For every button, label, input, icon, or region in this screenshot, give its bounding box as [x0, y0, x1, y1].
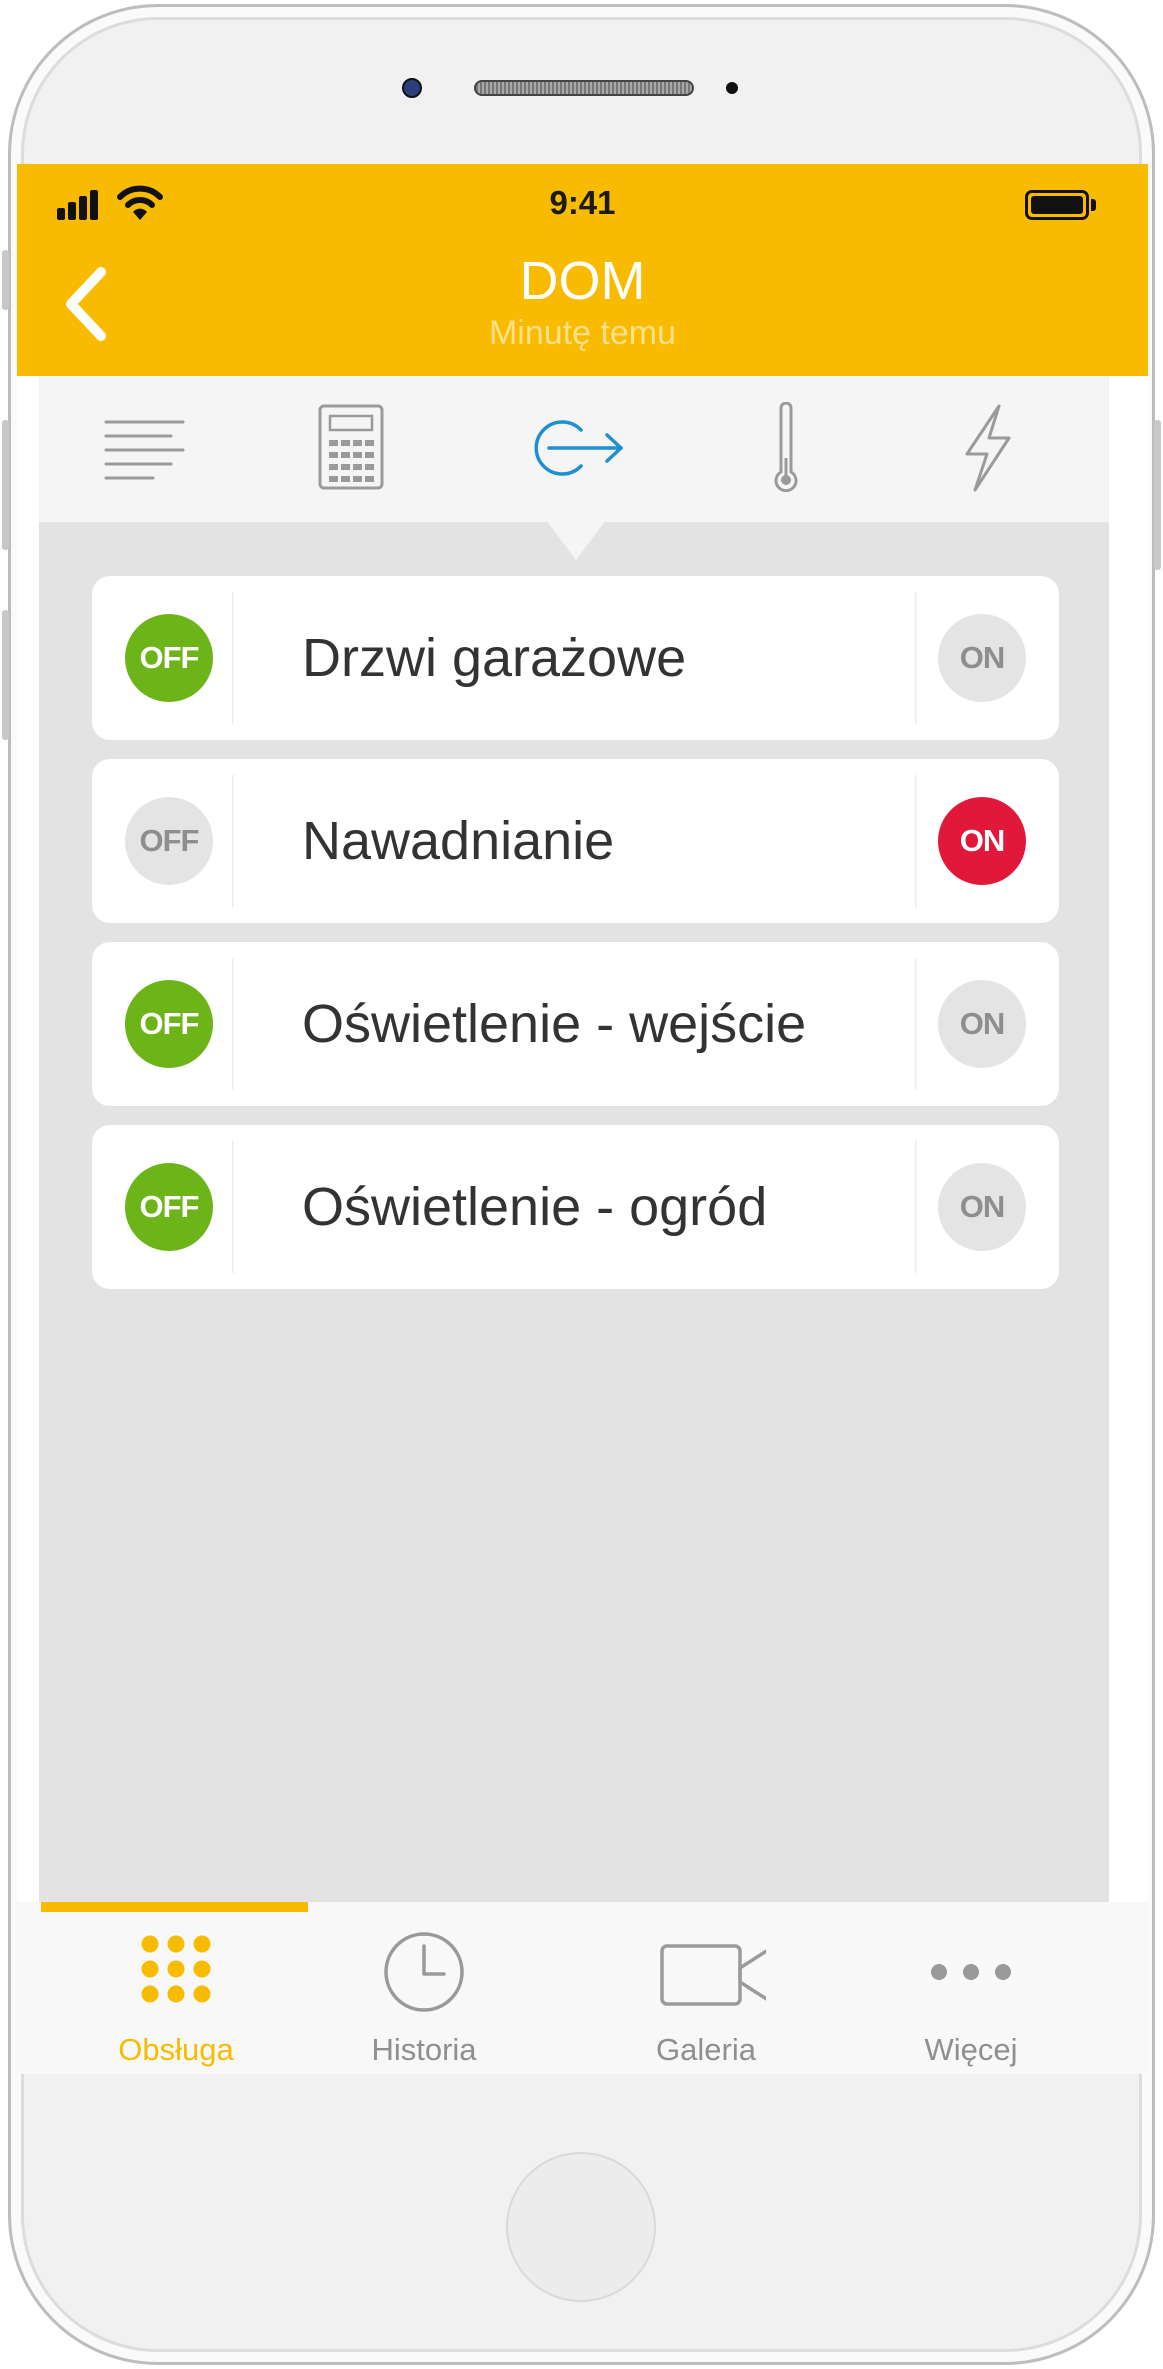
- tab-list[interactable]: [103, 402, 203, 494]
- nav-label: Galeria: [656, 2032, 756, 2067]
- bottom-nav: Obsługa Historia Galeria Więcej: [17, 1902, 1148, 2074]
- keypad-icon: [318, 404, 384, 490]
- off-button[interactable]: OFF: [125, 614, 213, 702]
- proximity-sensor: [726, 82, 738, 94]
- divider: [915, 958, 917, 1090]
- tab-keypad[interactable]: [310, 402, 410, 494]
- output-label: Oświetlenie - wejście: [302, 994, 807, 1054]
- category-tabbar: [39, 376, 1109, 522]
- tab-outputs[interactable]: [529, 402, 629, 494]
- nav-galeria[interactable]: Galeria: [581, 1926, 831, 2067]
- app-screen: 9:41 DOM Minutę temu OFF Drzwi garażowe …: [17, 164, 1148, 2074]
- clock-icon: [384, 1932, 464, 2012]
- tab-energy[interactable]: [937, 402, 1037, 494]
- nav-label: Historia: [371, 2032, 477, 2067]
- nav-label: Obsługa: [118, 2032, 234, 2067]
- off-button[interactable]: OFF: [125, 980, 213, 1068]
- home-button[interactable]: [506, 2152, 656, 2302]
- grid-dots-icon: [141, 1935, 211, 2003]
- app-header: 9:41 DOM Minutę temu: [17, 164, 1148, 376]
- output-card: OFF Drzwi garażowe ON: [92, 576, 1059, 740]
- nav-historia[interactable]: Historia: [299, 1926, 549, 2067]
- output-card: OFF Nawadnianie ON: [92, 759, 1059, 923]
- nav-wiecej[interactable]: Więcej: [846, 1926, 1096, 2067]
- on-button[interactable]: ON: [938, 614, 1026, 702]
- nav-obsluga[interactable]: Obsługa: [51, 1926, 301, 2067]
- output-label: Oświetlenie - ogród: [302, 1177, 768, 1237]
- volume-up-button: [2, 420, 9, 550]
- divider: [915, 775, 917, 907]
- lightning-icon: [965, 404, 1011, 492]
- tab-temperature[interactable]: [736, 401, 836, 494]
- page-subtitle: Minutę temu: [488, 314, 677, 352]
- video-camera-icon: [660, 1944, 766, 2006]
- divider: [232, 1141, 234, 1273]
- output-card: OFF Oświetlenie - ogród ON: [92, 1125, 1059, 1289]
- active-tab-pointer: [546, 520, 606, 560]
- divider: [915, 592, 917, 724]
- list-lines-icon: [104, 420, 185, 480]
- divider: [232, 958, 234, 1090]
- mute-switch: [2, 250, 9, 310]
- power-button: [1154, 420, 1161, 570]
- status-time: 9:41: [549, 184, 616, 221]
- divider: [232, 775, 234, 907]
- more-dots-icon: [931, 1964, 1011, 1980]
- earpiece-speaker: [474, 80, 694, 96]
- volume-down-button: [2, 610, 9, 740]
- page-title: DOM: [519, 251, 646, 311]
- off-button[interactable]: OFF: [125, 797, 213, 885]
- battery-icon: [1025, 190, 1089, 220]
- thermometer-icon: [774, 401, 798, 493]
- divider: [232, 592, 234, 724]
- output-label: Drzwi garażowe: [302, 628, 687, 688]
- output-card: OFF Oświetlenie - wejście ON: [92, 942, 1059, 1106]
- on-button[interactable]: ON: [938, 797, 1026, 885]
- divider: [915, 1141, 917, 1273]
- nav-label: Więcej: [924, 2032, 1018, 2067]
- output-label: Nawadnianie: [302, 811, 615, 871]
- off-button[interactable]: OFF: [125, 1163, 213, 1251]
- front-camera: [402, 78, 422, 98]
- active-nav-indicator: [41, 1902, 308, 1912]
- on-button[interactable]: ON: [938, 1163, 1026, 1251]
- content-area: OFF Drzwi garażowe ON OFF Nawadnianie ON…: [39, 376, 1109, 1904]
- battery-tip: [1091, 199, 1096, 211]
- output-arrow-icon: [534, 420, 623, 476]
- on-button[interactable]: ON: [938, 980, 1026, 1068]
